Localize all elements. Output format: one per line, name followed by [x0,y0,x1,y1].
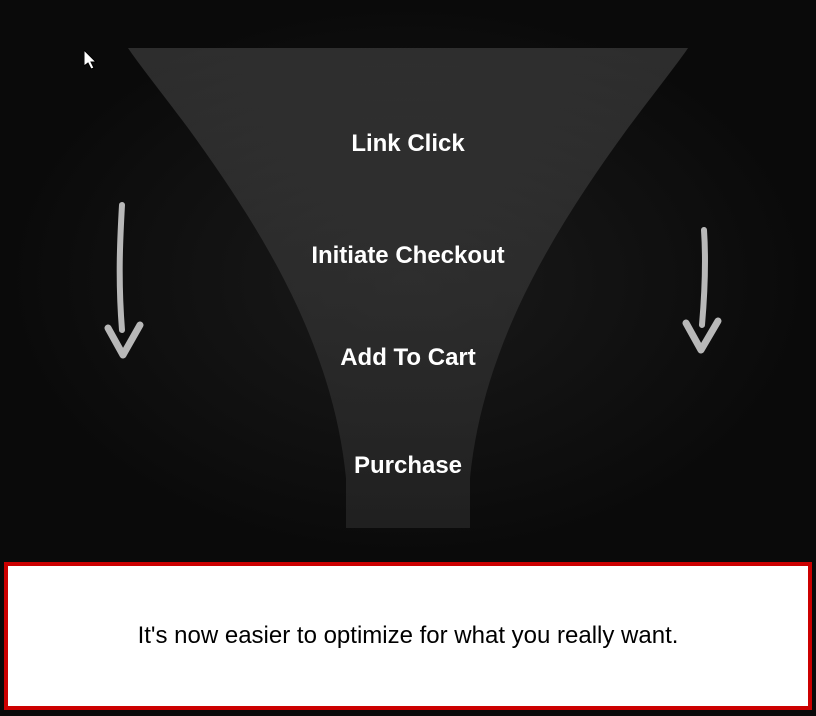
caption-text: It's now easier to optimize for what you… [138,622,679,650]
funnel-diagram-area: Link Click Initiate Checkout Add To Cart… [0,0,816,560]
funnel-stage-1: Link Click [351,130,464,158]
arrow-down-left-icon [100,200,150,375]
funnel-stage-3: Add To Cart [340,344,476,372]
cursor-icon [84,50,100,75]
funnel-stage-4: Purchase [354,452,462,480]
caption-box: It's now easier to optimize for what you… [4,562,812,710]
arrow-down-right-icon [676,225,726,370]
funnel-stage-2: Initiate Checkout [311,242,504,270]
funnel-labels-container: Link Click Initiate Checkout Add To Cart… [118,48,698,528]
